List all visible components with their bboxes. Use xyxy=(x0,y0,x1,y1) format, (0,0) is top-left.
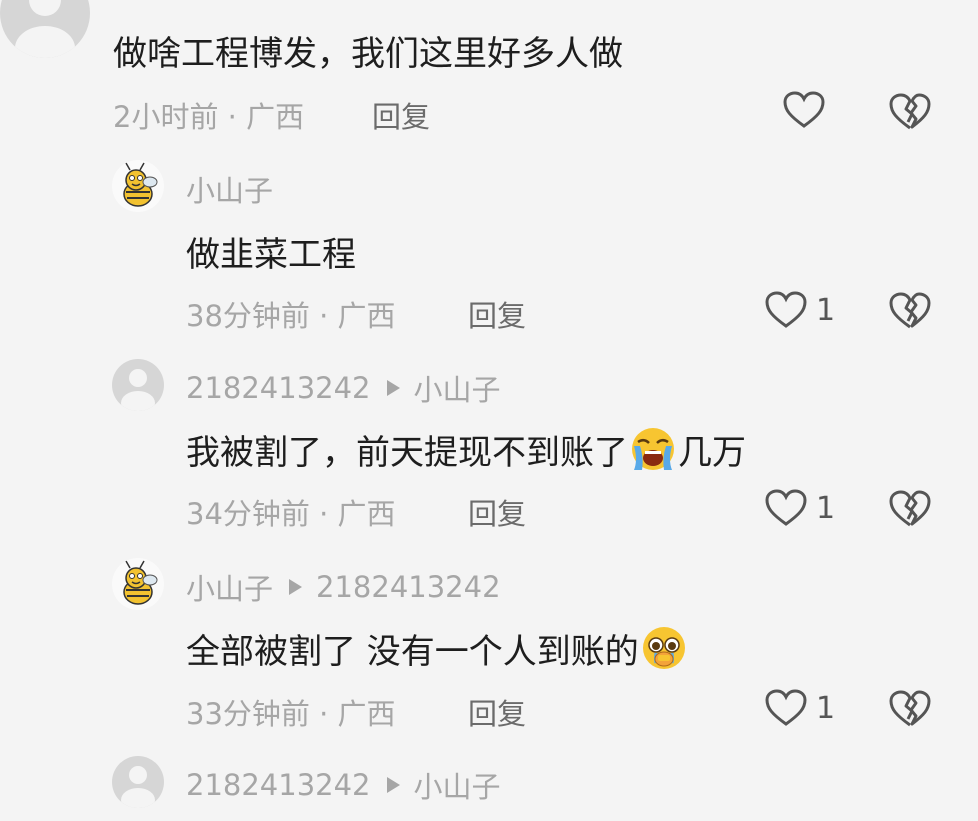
like-count: 1 xyxy=(816,690,836,726)
comment-text: 做韭菜工程 xyxy=(186,235,356,275)
reply-arrow-icon xyxy=(386,380,400,396)
reply-to-username: 2182413242 xyxy=(316,570,501,604)
reply-button[interactable]: 回复 xyxy=(468,691,526,733)
like-button[interactable]: 1 xyxy=(764,488,835,528)
avatar[interactable] xyxy=(112,359,164,411)
avatar[interactable] xyxy=(112,558,164,610)
reply-button[interactable]: 回复 xyxy=(468,293,526,335)
username[interactable]: 2182413242 小山子 xyxy=(186,367,501,409)
reply-to-username: 小山子 xyxy=(413,770,501,804)
comment-time-location: 2小时前 · 广西 xyxy=(113,100,305,134)
username-text: 2182413242 xyxy=(186,371,371,405)
bee-avatar-icon xyxy=(123,162,158,207)
username[interactable]: 小山子 xyxy=(186,168,273,210)
broken-heart-icon[interactable] xyxy=(888,92,932,132)
comment-time-location: 38分钟前 · 广西 xyxy=(186,299,396,333)
comment-text: 做啥工程博发，我们这里好多人做 xyxy=(113,34,623,74)
comment-time-location: 33分钟前 · 广西 xyxy=(186,697,396,731)
reply-button[interactable]: 回复 xyxy=(372,94,430,136)
like-button[interactable]: 1 xyxy=(764,688,835,728)
pleading-crying-emoji-icon xyxy=(642,627,685,669)
bee-avatar-icon xyxy=(123,560,158,605)
avatar[interactable] xyxy=(112,756,164,808)
username-text: 小山子 xyxy=(186,572,274,606)
comment-time-location: 34分钟前 · 广西 xyxy=(186,497,396,531)
loudly-crying-emoji-icon xyxy=(632,428,674,470)
avatar[interactable] xyxy=(0,0,90,58)
broken-heart-icon[interactable] xyxy=(888,489,932,529)
reply-to-username: 小山子 xyxy=(413,373,501,407)
like-count: 1 xyxy=(816,292,836,328)
comment-text-part: 我被割了，前天提现不到账了 xyxy=(186,433,628,473)
broken-heart-icon[interactable] xyxy=(888,689,932,729)
comment-text: 我被割了，前天提现不到账了 几万 xyxy=(186,425,746,474)
heart-outline-icon xyxy=(783,91,825,128)
like-button[interactable] xyxy=(782,90,826,130)
avatar[interactable] xyxy=(112,160,164,212)
username-text: 2182413242 xyxy=(186,768,371,802)
comment-text-part: 几万 xyxy=(678,433,746,473)
reply-arrow-icon xyxy=(289,579,303,595)
heart-outline-icon xyxy=(765,489,807,526)
broken-heart-icon[interactable] xyxy=(888,291,932,331)
heart-outline-icon xyxy=(765,291,807,328)
reply-arrow-icon xyxy=(386,777,400,793)
heart-outline-icon xyxy=(765,689,807,726)
comment-text: 全部被割了 没有一个人到账的 xyxy=(186,624,689,673)
comment-text-part: 全部被割了 没有一个人到账的 xyxy=(186,632,639,672)
reply-button[interactable]: 回复 xyxy=(468,491,526,533)
like-count: 1 xyxy=(816,490,836,526)
username[interactable]: 2182413242 小山子 xyxy=(186,764,501,806)
like-button[interactable]: 1 xyxy=(764,290,835,330)
username[interactable]: 小山子 2182413242 xyxy=(186,566,501,608)
